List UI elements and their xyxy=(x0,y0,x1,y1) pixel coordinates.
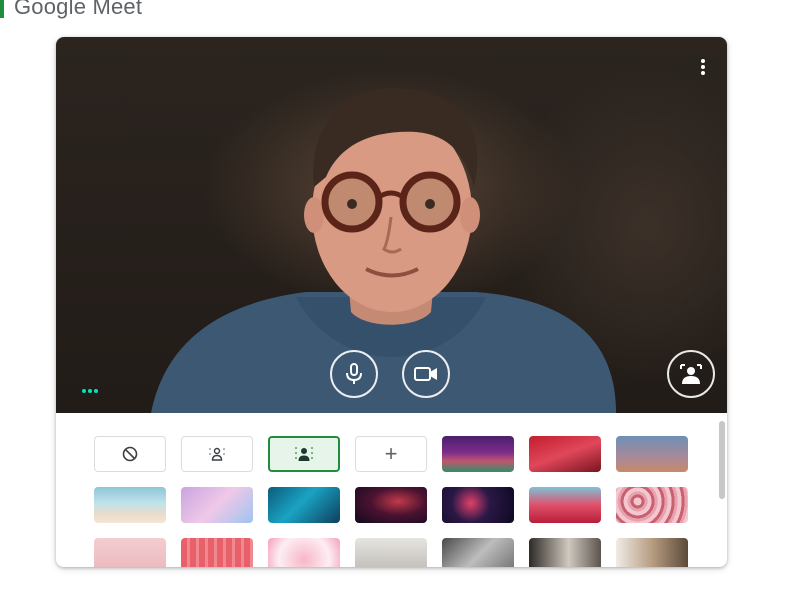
more-options-icon[interactable] xyxy=(701,59,705,75)
background-picker: + xyxy=(56,413,727,567)
blur-option[interactable] xyxy=(268,436,340,472)
preview-card: + xyxy=(56,37,727,567)
block-icon xyxy=(122,446,138,462)
slight-blur-option[interactable] xyxy=(181,436,253,472)
backdrop-effects-icon xyxy=(680,364,702,384)
camera-preview xyxy=(56,37,727,413)
background-thumbnail[interactable] xyxy=(355,487,427,523)
blur-person-light-icon xyxy=(209,447,225,461)
audio-level-icon xyxy=(82,389,98,393)
brand-accent-bar xyxy=(0,0,4,18)
add-background-button[interactable]: + xyxy=(355,436,427,472)
background-thumbnail[interactable] xyxy=(268,538,340,567)
background-thumbnail[interactable] xyxy=(616,487,688,523)
microphone-button[interactable] xyxy=(330,350,378,398)
blur-person-strong-icon xyxy=(295,447,313,461)
app-title: Google Meet xyxy=(14,0,143,19)
no-effect-option[interactable] xyxy=(94,436,166,472)
background-effects-button[interactable] xyxy=(667,350,715,398)
scrollbar-thumb[interactable] xyxy=(719,421,725,499)
background-thumbnail[interactable] xyxy=(268,487,340,523)
background-thumbnail[interactable] xyxy=(181,538,253,567)
background-thumbnail[interactable] xyxy=(529,538,601,567)
background-thumbnail[interactable] xyxy=(616,436,688,472)
background-thumbnail[interactable] xyxy=(442,487,514,523)
microphone-icon xyxy=(346,363,362,384)
background-thumbnail[interactable] xyxy=(442,538,514,567)
background-thumbnail[interactable] xyxy=(442,436,514,472)
plus-icon: + xyxy=(384,441,398,466)
background-thumbnail[interactable] xyxy=(616,538,688,567)
video-camera-icon xyxy=(414,367,437,381)
camera-button[interactable] xyxy=(402,350,450,398)
background-thumbnail[interactable] xyxy=(94,487,166,523)
background-thumbnail[interactable] xyxy=(94,538,166,567)
self-view-video xyxy=(151,88,616,413)
background-thumbnail[interactable] xyxy=(181,487,253,523)
background-thumbnail[interactable] xyxy=(355,538,427,567)
background-thumbnail[interactable] xyxy=(529,487,601,523)
background-thumbnail[interactable] xyxy=(529,436,601,472)
